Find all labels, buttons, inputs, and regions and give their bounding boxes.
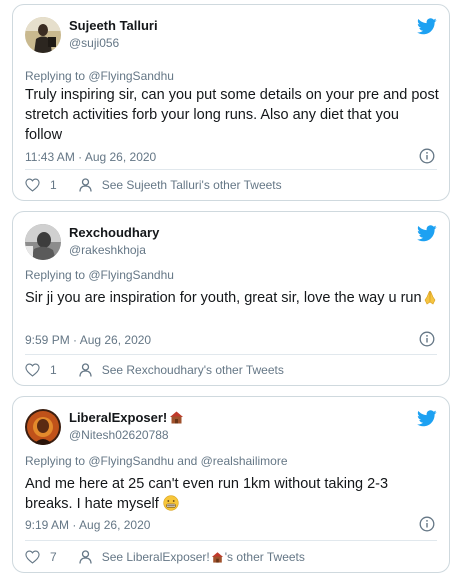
replying-to[interactable]: Replying to @FlyingSandhu — [25, 268, 174, 282]
tweet-actions: 1 See Rexchoudhary's other Tweets — [25, 361, 437, 379]
other-tweets-link[interactable]: See Sujeeth Talluri's other Tweets — [102, 178, 282, 192]
other-tweets-prefix[interactable]: See LiberalExposer! — [102, 550, 210, 564]
tweet-text-block: Sir ji you are inspiration for youth, gr… — [25, 288, 439, 308]
person-icon — [79, 550, 92, 564]
display-name[interactable]: Sujeeth Talluri — [69, 18, 158, 33]
replying-to[interactable]: Replying to @FlyingSandhu and @realshail… — [25, 454, 288, 468]
display-name[interactable]: LiberalExposer! — [69, 410, 167, 425]
house-emoji — [211, 552, 223, 563]
other-tweets-suffix[interactable]: 's other Tweets — [225, 550, 305, 564]
like-count[interactable]: 1 — [50, 178, 57, 192]
avatar[interactable] — [25, 17, 61, 53]
tweet-card[interactable]: Rexchoudhary @rakeshkhoja Replying to @F… — [12, 211, 450, 386]
replying-to[interactable]: Replying to @FlyingSandhu — [25, 69, 174, 83]
avatar[interactable] — [25, 409, 61, 445]
divider — [25, 354, 437, 355]
divider — [25, 540, 437, 541]
tweet-text: Sir ji you are inspiration for youth, gr… — [25, 290, 422, 306]
divider — [25, 169, 437, 170]
like-count[interactable]: 1 — [50, 363, 57, 377]
tweet-text-block: And me here at 25 can't even run 1km wit… — [25, 474, 439, 514]
folded-hands-emoji — [424, 290, 435, 305]
heart-icon[interactable] — [25, 178, 40, 192]
heart-icon[interactable] — [25, 550, 40, 564]
user-handle[interactable]: @suji056 — [69, 36, 119, 50]
tweet-card[interactable]: Sujeeth Talluri @suji056 Replying to @Fl… — [12, 4, 450, 201]
info-icon[interactable] — [419, 516, 435, 532]
house-emoji — [170, 411, 184, 424]
like-count[interactable]: 7 — [50, 550, 57, 564]
tweet-actions: 1 See Sujeeth Talluri's other Tweets — [25, 176, 437, 194]
display-name-block[interactable]: LiberalExposer! — [69, 410, 184, 425]
other-tweets-link[interactable]: See Rexchoudhary's other Tweets — [102, 363, 284, 377]
tweet-timestamp[interactable]: 9:59 PM · Aug 26, 2020 — [25, 333, 151, 347]
info-icon[interactable] — [419, 148, 435, 164]
avatar[interactable] — [25, 224, 61, 260]
twitter-bird-icon[interactable] — [417, 410, 437, 427]
heart-icon[interactable] — [25, 363, 40, 377]
person-icon — [79, 363, 92, 377]
grimacing-face-emoji — [163, 495, 179, 511]
twitter-bird-icon[interactable] — [417, 225, 437, 242]
tweet-timestamp[interactable]: 11:43 AM · Aug 26, 2020 — [25, 150, 156, 164]
tweet-actions: 7 See LiberalExposer! 's other Tweets — [25, 548, 437, 566]
info-icon[interactable] — [419, 331, 435, 347]
display-name[interactable]: Rexchoudhary — [69, 225, 159, 240]
tweet-text: And me here at 25 can't even run 1km wit… — [25, 476, 389, 512]
tweet-text: Truly inspiring sir, can you put some de… — [25, 87, 439, 143]
twitter-bird-icon[interactable] — [417, 18, 437, 35]
person-icon — [79, 178, 92, 192]
tweet-card[interactable]: LiberalExposer! @Nitesh02620788 Replying… — [12, 396, 450, 573]
user-handle[interactable]: @Nitesh02620788 — [69, 428, 169, 442]
other-tweets-link[interactable]: See LiberalExposer! 's other Tweets — [102, 550, 305, 564]
user-handle[interactable]: @rakeshkhoja — [69, 243, 146, 257]
tweet-timestamp[interactable]: 9:19 AM · Aug 26, 2020 — [25, 518, 150, 532]
